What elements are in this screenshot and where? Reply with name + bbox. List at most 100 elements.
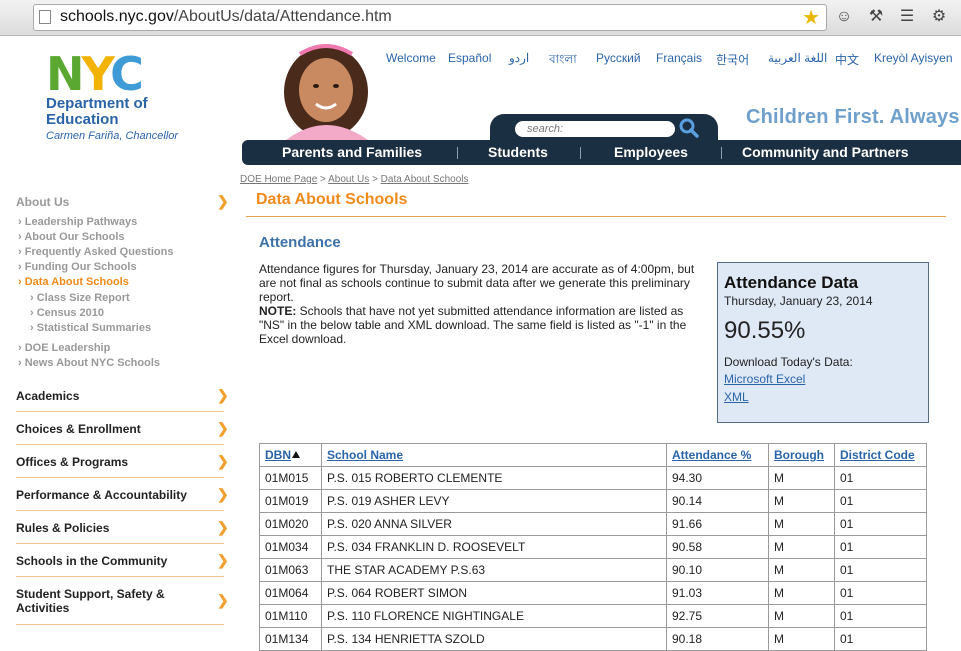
page-title: Data About Schools (256, 191, 408, 208)
nav-community-partners[interactable]: Community and Partners (742, 144, 908, 160)
nav-employees[interactable]: Employees (614, 144, 688, 160)
lang-espanol[interactable]: Español (448, 51, 491, 65)
chevron-right-icon[interactable]: ❯ (217, 420, 229, 437)
cell-borough: M (768, 535, 835, 559)
col-header-school-name[interactable]: School Name (321, 443, 667, 467)
chevron-right-icon[interactable]: ❯ (217, 552, 229, 569)
sidebar-item-label: Data About Schools (24, 276, 129, 288)
col-header-district-code[interactable]: District Code (834, 443, 927, 467)
sidebar-item-funding[interactable]: › Funding Our Schools (18, 261, 137, 273)
sidebar-item-about-our-schools[interactable]: › About Our Schools (18, 231, 125, 243)
address-bar[interactable]: schools.nyc.gov/AboutUs/data/Attendance.… (33, 4, 827, 31)
url-path: /AboutUs/data/Attendance.htm (173, 8, 392, 25)
lang-arabic[interactable]: اللغة العربية (768, 51, 827, 65)
sidebar-section-about-us[interactable]: About Us (16, 195, 69, 209)
sidebar-item-label: News About NYC Schools (24, 357, 161, 369)
sidebar-item-doe-leadership[interactable]: › DOE Leadership (18, 342, 110, 354)
sidebar-cat-performance-accountability[interactable]: Performance & Accountability (16, 488, 187, 502)
department-line-1: Department of (46, 95, 148, 112)
lang-chinese[interactable]: 中文 (835, 51, 859, 68)
extension-face-icon[interactable]: ☺ (833, 6, 855, 28)
url-text[interactable]: schools.nyc.gov/AboutUs/data/Attendance.… (60, 8, 392, 26)
download-xml-link[interactable]: XML (724, 390, 749, 404)
bookmark-star-icon[interactable]: ★ (802, 5, 820, 30)
sidebar-cat-offices-programs[interactable]: Offices & Programs (16, 455, 128, 469)
cell-district-code: 01 (834, 535, 927, 559)
sidebar-item-label: DOE Leadership (24, 342, 111, 354)
chevron-right-icon[interactable]: ❯ (217, 486, 229, 503)
table-row: 01M019 P.S. 019 ASHER LEVY 90.14 M 01 (259, 489, 927, 513)
lang-haitian-creole[interactable]: Kreyòl Ayisyen (874, 51, 953, 65)
department-line-2: Education (46, 111, 119, 128)
cell-dbn: 01M019 (259, 489, 322, 513)
main-navigation: Parents and Families Students Employees … (242, 140, 961, 165)
cell-school-name: P.S. 034 FRANKLIN D. ROOSEVELT (321, 535, 667, 559)
chevron-right-icon[interactable]: ❯ (217, 519, 229, 536)
nav-divider (580, 147, 581, 159)
sidebar-item-news[interactable]: › News About NYC Schools (18, 357, 160, 369)
sidebar-item-statistical-summaries[interactable]: › Statistical Summaries (30, 322, 151, 334)
title-divider (246, 216, 946, 217)
sidebar-cat-choices-enrollment[interactable]: Choices & Enrollment (16, 422, 141, 436)
col-header-dbn[interactable]: DBN (259, 443, 322, 467)
sidebar-divider (16, 444, 224, 445)
attendance-data-box: Attendance Data Thursday, January 23, 20… (717, 262, 929, 423)
sidebar-cat-rules-policies[interactable]: Rules & Policies (16, 521, 109, 535)
sidebar-item-label: Frequently Asked Questions (24, 246, 174, 258)
sidebar-cat-academics[interactable]: Academics (16, 389, 79, 403)
attendance-heading: Attendance (259, 234, 341, 251)
sidebar-item-label: Statistical Summaries (36, 322, 152, 334)
sidebar-item-label: Leadership Pathways (24, 216, 138, 228)
nav-parents-families[interactable]: Parents and Families (282, 144, 422, 160)
sidebar-item-leadership-pathways[interactable]: › Leadership Pathways (18, 216, 137, 228)
lang-bengali[interactable]: বাংলা (549, 51, 577, 71)
chevron-right-icon[interactable]: ❯ (217, 453, 229, 470)
cell-dbn: 01M034 (259, 535, 322, 559)
lang-russian[interactable]: Русский (596, 51, 641, 65)
cell-borough: M (768, 604, 835, 628)
sidebar-cat-schools-community[interactable]: Schools in the Community (16, 554, 167, 568)
cell-borough: M (768, 489, 835, 513)
cell-attendance: 91.03 (666, 581, 769, 605)
chevron-right-icon[interactable]: ❯ (217, 387, 229, 404)
attendance-table: DBN School Name Attendance % Borough Dis… (259, 443, 927, 651)
col-header-attendance[interactable]: Attendance % (666, 443, 769, 467)
sidebar-item-faq[interactable]: › Frequently Asked Questions (18, 246, 173, 258)
cell-district-code: 01 (834, 627, 927, 651)
department-name: Department of Education (46, 96, 186, 128)
sidebar-item-data-about-schools[interactable]: › Data About Schools (18, 276, 129, 288)
table-row: 01M064 P.S. 064 ROBERT SIMON 91.03 M 01 (259, 581, 927, 605)
breadcrumb-home[interactable]: DOE Home Page (240, 174, 317, 185)
layers-icon[interactable]: ☰ (896, 6, 918, 28)
sidebar-item-label: Funding Our Schools (24, 261, 137, 273)
lang-korean[interactable]: 한국어 (716, 51, 749, 68)
sidebar-item-label: Census 2010 (36, 307, 104, 319)
chevron-right-icon[interactable]: ❯ (217, 592, 229, 609)
nav-students[interactable]: Students (488, 144, 548, 160)
sidebar-item-class-size-report[interactable]: › Class Size Report (30, 292, 130, 304)
lang-welcome[interactable]: Welcome (386, 51, 436, 65)
wrench-menu-icon[interactable]: ⚙ (928, 6, 950, 28)
search-input[interactable] (515, 121, 675, 137)
intro-text: Attendance figures for Thursday, January… (259, 262, 695, 304)
lang-french[interactable]: Français (656, 51, 702, 65)
download-excel-link[interactable]: Microsoft Excel (724, 372, 805, 386)
lang-urdu[interactable]: اردو (509, 51, 529, 65)
col-header-borough[interactable]: Borough (768, 443, 835, 467)
sidebar-divider (16, 477, 224, 478)
table-header-row: DBN School Name Attendance % Borough Dis… (259, 443, 927, 467)
extension-wrench-icon[interactable]: ⚒ (865, 6, 887, 28)
sidebar-cat-student-support[interactable]: Student Support, Safety & Activities (16, 587, 176, 615)
chevron-right-icon[interactable]: ❯ (217, 193, 229, 210)
cell-district-code: 01 (834, 558, 927, 582)
breadcrumb-about-us[interactable]: About Us (328, 174, 369, 185)
url-host: schools.nyc.gov (60, 8, 174, 25)
breadcrumb-data-about-schools[interactable]: Data About Schools (381, 174, 469, 185)
cell-district-code: 01 (834, 604, 927, 628)
sidebar-divider (16, 411, 224, 412)
cell-dbn: 01M110 (259, 604, 322, 628)
sidebar-divider (16, 510, 224, 511)
sidebar-item-census-2010[interactable]: › Census 2010 (30, 307, 104, 319)
cell-school-name: P.S. 019 ASHER LEVY (321, 489, 667, 513)
search-icon[interactable] (677, 117, 701, 139)
